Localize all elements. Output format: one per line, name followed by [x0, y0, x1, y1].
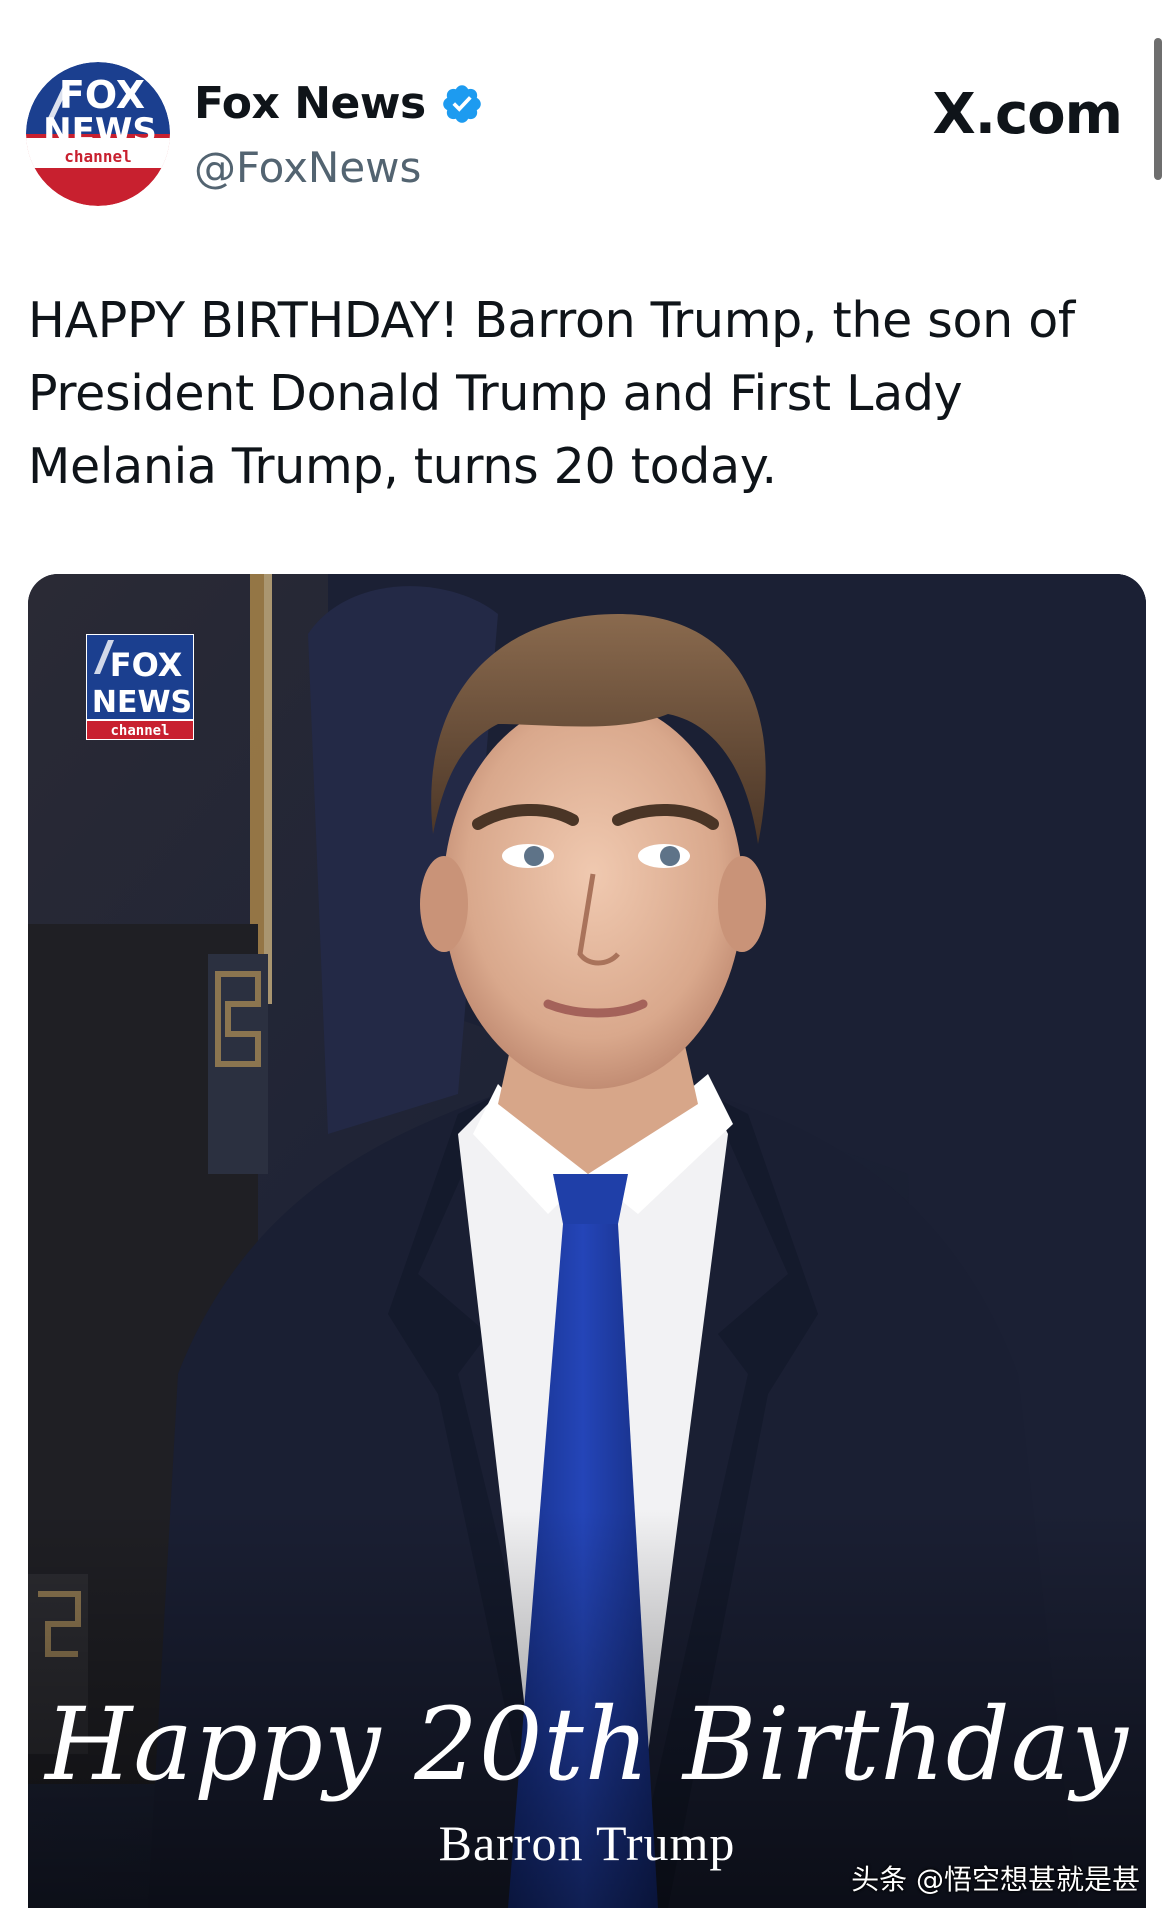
svg-text:NEWS: NEWS — [43, 111, 157, 151]
svg-text:FOX: FOX — [110, 646, 183, 684]
svg-text:NEWS: NEWS — [92, 685, 192, 720]
author-block[interactable]: Fox News @FoxNews — [194, 78, 484, 192]
scrollbar[interactable] — [1154, 38, 1162, 180]
tweet-text: HAPPY BIRTHDAY! Barron Trump, the son of… — [28, 292, 1075, 495]
fox-news-logo-icon: FOX NEWS channel — [26, 62, 170, 206]
tweet-header: FOX NEWS channel Fox News @FoxNews X.com — [0, 0, 1170, 230]
avatar[interactable]: FOX NEWS channel — [26, 62, 170, 206]
svg-text:channel: channel — [64, 147, 131, 166]
fox-news-watermark-logo-icon: FOX NEWS channel — [85, 633, 195, 741]
display-name[interactable]: Fox News — [194, 78, 426, 129]
toutiao-watermark: 头条 @悟空想甚就是甚 — [851, 1863, 1140, 1896]
birthday-greeting: Happy 20th Birthday — [45, 1686, 1129, 1803]
verified-badge-icon — [440, 82, 484, 126]
tweet-media[interactable]: FOX NEWS channel Happy 20th Birthday Bar… — [28, 574, 1146, 1908]
svg-text:channel: channel — [110, 723, 169, 739]
site-label: X.com — [932, 82, 1123, 147]
account-handle[interactable]: @FoxNews — [194, 143, 484, 192]
